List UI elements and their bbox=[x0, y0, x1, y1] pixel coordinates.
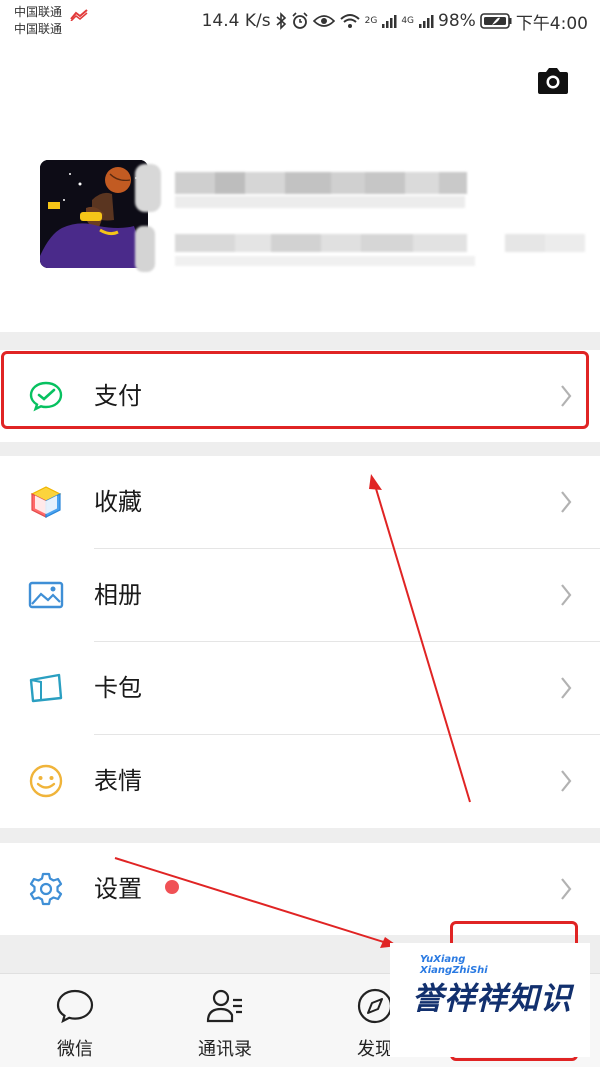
chevron-right-icon bbox=[561, 677, 572, 699]
menu-item-label: 表情 bbox=[94, 767, 142, 795]
watermark-brand: 誉祥祥知识 bbox=[412, 981, 572, 1017]
eye-comfort-icon bbox=[312, 13, 335, 29]
camera-icon[interactable] bbox=[536, 66, 570, 96]
section-separator bbox=[0, 828, 600, 843]
chevron-right-icon bbox=[561, 878, 572, 900]
settings-icon bbox=[29, 872, 63, 906]
carrier-signal-icon bbox=[70, 9, 88, 21]
network-type-4g: 4G bbox=[401, 16, 415, 26]
bluetooth-icon bbox=[275, 12, 287, 30]
settings-notification-dot bbox=[165, 880, 179, 894]
carrier-label-primary: 中国联通 bbox=[14, 5, 63, 19]
network-speed: 14.4 K/s bbox=[201, 11, 271, 31]
avatar[interactable] bbox=[40, 160, 148, 268]
favorites-icon bbox=[30, 486, 62, 518]
section-separator bbox=[0, 442, 600, 456]
highlight-box-pay bbox=[1, 351, 589, 429]
menu-item-cards[interactable]: 卡包 bbox=[0, 642, 600, 734]
chevron-right-icon bbox=[561, 491, 572, 513]
chevron-right-icon bbox=[561, 770, 572, 792]
menu-item-stickers[interactable]: 表情 bbox=[0, 735, 600, 827]
clock-time: 下午4:00 bbox=[515, 13, 588, 34]
section-separator bbox=[0, 332, 600, 350]
battery-percent: 98% bbox=[438, 11, 476, 31]
watermark-subtitle: XiangZhiShi bbox=[420, 965, 488, 976]
watermark: YuXiang XiangZhiShi 誉祥祥知识 bbox=[390, 943, 590, 1057]
chevron-right-icon bbox=[561, 584, 572, 606]
battery-icon bbox=[480, 12, 512, 30]
alarm-icon bbox=[291, 12, 309, 30]
menu-item-label: 卡包 bbox=[94, 674, 142, 702]
tab-contacts[interactable]: 通讯录 bbox=[165, 974, 285, 1067]
album-icon bbox=[28, 581, 64, 609]
menu-item-album[interactable]: 相册 bbox=[0, 549, 600, 641]
nickname-placeholder bbox=[135, 164, 467, 212]
stickers-icon bbox=[29, 764, 63, 798]
menu-item-label: 相册 bbox=[94, 581, 142, 609]
signal-bars-icon bbox=[418, 13, 434, 29]
status-indicators: 14.4 K/s 2G 4G 98% 下午4:00 bbox=[201, 9, 588, 34]
menu-item-label: 设置 bbox=[94, 875, 142, 903]
signal-bars-icon bbox=[381, 13, 397, 29]
network-type-2g: 2G bbox=[364, 16, 378, 26]
cards-icon bbox=[29, 673, 63, 703]
tab-chats[interactable]: 微信 bbox=[15, 974, 135, 1067]
menu-item-label: 收藏 bbox=[94, 488, 142, 516]
account-id-placeholder bbox=[135, 226, 585, 272]
carrier-label-secondary: 中国联通 bbox=[14, 22, 63, 36]
wifi-icon bbox=[339, 13, 361, 29]
chats-icon bbox=[56, 989, 94, 1024]
discover-icon bbox=[357, 988, 393, 1024]
tab-label: 通讯录 bbox=[198, 1039, 252, 1060]
status-bar: 中国联通 中国联通 14.4 K/s 2G 4G 98% 下午4:00 bbox=[0, 0, 600, 44]
tab-label: 微信 bbox=[57, 1039, 93, 1060]
menu-item-favorites[interactable]: 收藏 bbox=[0, 456, 600, 548]
watermark-subtitle: YuXiang bbox=[420, 954, 466, 965]
contacts-icon bbox=[206, 989, 242, 1023]
